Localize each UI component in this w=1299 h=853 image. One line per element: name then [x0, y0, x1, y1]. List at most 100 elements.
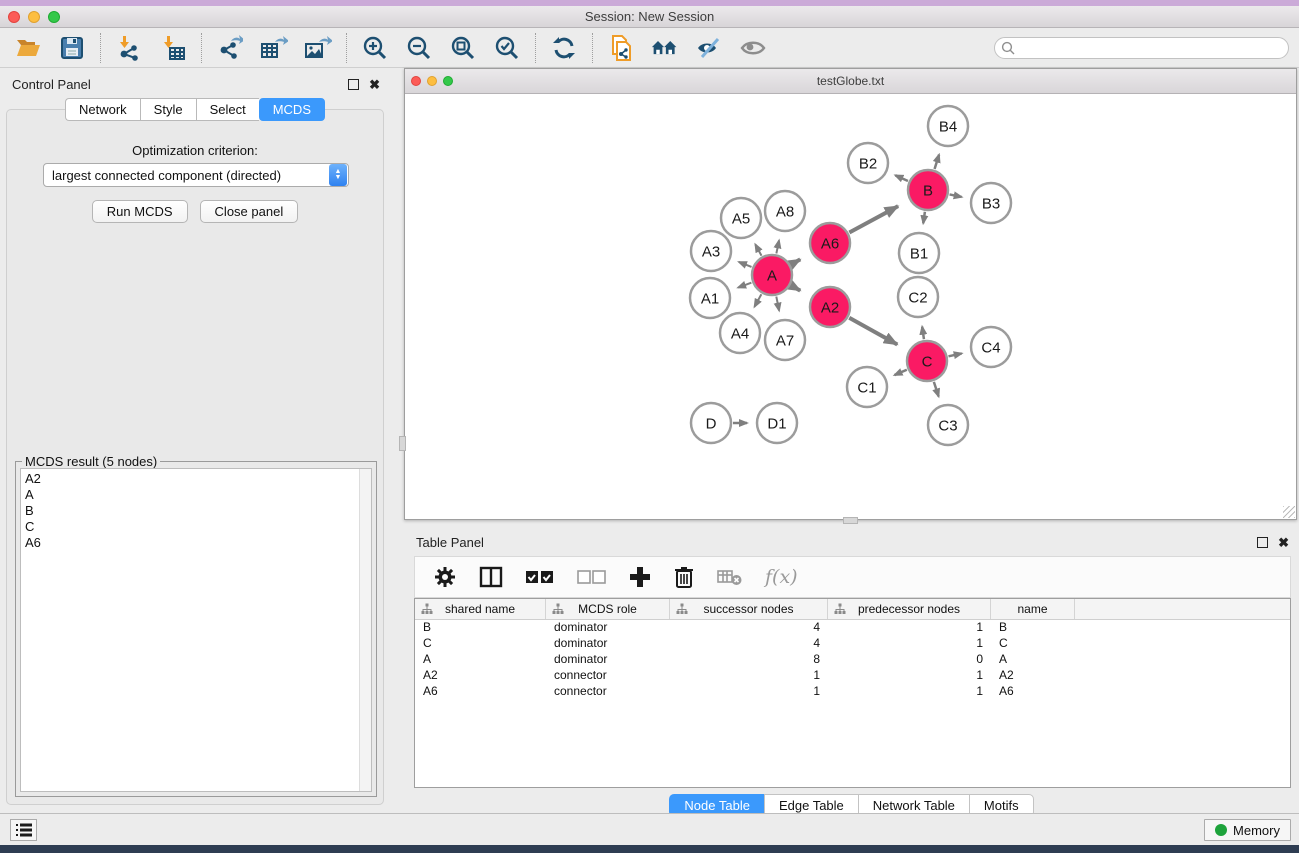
graph-node-A3[interactable]: A3 [691, 231, 731, 271]
edge-B-B3[interactable] [950, 194, 962, 196]
delete-column-icon[interactable] [673, 564, 695, 590]
column-header-predecessor-nodes[interactable]: predecessor nodes [828, 599, 991, 619]
table-row[interactable]: A2connector11A2 [415, 668, 1290, 684]
memory-button[interactable]: Memory [1204, 819, 1291, 841]
graph-node-C4[interactable]: C4 [971, 327, 1011, 367]
graph-node-A2[interactable]: A2 [810, 287, 850, 327]
export-network-icon[interactable] [216, 34, 244, 62]
mcds-result-item[interactable]: A [25, 487, 371, 503]
tab-style[interactable]: Style [140, 98, 196, 121]
hide-selected-icon[interactable] [695, 34, 723, 62]
mcds-result-list[interactable]: A2ABCA6 [20, 468, 372, 792]
graph-node-A1[interactable]: A1 [690, 278, 730, 318]
graph-node-B3[interactable]: B3 [971, 183, 1011, 223]
mcds-result-item[interactable]: A6 [25, 535, 371, 551]
edge-C-C4[interactable] [948, 353, 961, 356]
export-table-icon[interactable] [260, 34, 288, 62]
graph-node-C1[interactable]: C1 [847, 367, 887, 407]
close-panel-button[interactable]: Close panel [200, 200, 299, 223]
import-table-icon[interactable] [159, 34, 187, 62]
edge-A-A1[interactable] [738, 283, 751, 288]
select-all-rows-icon[interactable] [525, 564, 555, 590]
edge-C-C1[interactable] [895, 370, 907, 375]
tab-mcds[interactable]: MCDS [259, 98, 325, 121]
zoom-out-icon[interactable] [405, 34, 433, 62]
edge-A6-B[interactable] [849, 206, 898, 232]
edge-C-C2[interactable] [922, 327, 924, 340]
table-row[interactable]: Cdominator41C [415, 636, 1290, 652]
column-visibility-icon[interactable] [479, 564, 503, 590]
graph-node-C[interactable]: C [907, 341, 947, 381]
first-neighbors-icon[interactable] [651, 34, 679, 62]
graph-node-A4[interactable]: A4 [720, 313, 760, 353]
graph-node-A6[interactable]: A6 [810, 223, 850, 263]
edge-A-A6[interactable] [791, 259, 800, 264]
deselect-all-rows-icon[interactable] [577, 564, 607, 590]
close-panel-icon[interactable]: ✖ [369, 79, 380, 90]
edge-B-B4[interactable] [935, 155, 939, 169]
column-header-MCDS-role[interactable]: MCDS role [546, 599, 670, 619]
graph-node-A8[interactable]: A8 [765, 191, 805, 231]
delete-table-icon[interactable] [717, 564, 743, 590]
mcds-result-item[interactable]: C [25, 519, 371, 535]
clone-network-icon[interactable] [607, 34, 635, 62]
graph-node-A7[interactable]: A7 [765, 320, 805, 360]
float-table-panel-icon[interactable] [1257, 537, 1268, 548]
table-settings-gear-icon[interactable] [433, 564, 457, 590]
search-input[interactable] [994, 37, 1289, 59]
mcds-result-item[interactable]: B [25, 503, 371, 519]
tab-network[interactable]: Network [65, 98, 140, 121]
column-header-shared-name[interactable]: shared name [415, 599, 546, 619]
edge-A-A5[interactable] [755, 244, 761, 255]
apply-function-icon[interactable]: f(x) [765, 564, 798, 590]
column-header-successor-nodes[interactable]: successor nodes [670, 599, 828, 619]
scrollbar-track[interactable] [359, 469, 371, 791]
mcds-result-item[interactable]: A2 [25, 471, 371, 487]
node-table[interactable]: shared nameMCDS rolesuccessor nodesprede… [414, 598, 1291, 788]
splitter-handle-vertical[interactable] [399, 436, 406, 451]
network-canvas[interactable]: A A1 A3A5A8 A4A7 A6 A2 B B2 B4B3 B1 C C2 C4 C1 C3 D D1 [405, 94, 1296, 519]
float-panel-icon[interactable] [348, 79, 359, 90]
edge-B-B1[interactable] [923, 212, 925, 224]
table-row[interactable]: A6connector11A6 [415, 684, 1290, 700]
criterion-dropdown[interactable]: largest connected component (directed) ▲… [43, 163, 349, 187]
edge-C-C3[interactable] [934, 382, 939, 397]
graph-node-D[interactable]: D [691, 403, 731, 443]
column-header-name[interactable]: name [991, 599, 1075, 619]
edge-A-A4[interactable] [754, 294, 761, 306]
edge-A2-C[interactable] [849, 318, 897, 345]
table-row[interactable]: Adominator80A [415, 652, 1290, 668]
open-file-icon[interactable] [14, 34, 42, 62]
close-table-panel-icon[interactable]: ✖ [1278, 537, 1289, 548]
add-column-icon[interactable] [629, 564, 651, 590]
save-session-icon[interactable] [58, 34, 86, 62]
graph-node-B[interactable]: B [908, 170, 948, 210]
zoom-selected-icon[interactable] [493, 34, 521, 62]
graph-node-B2[interactable]: B2 [848, 143, 888, 183]
refresh-icon[interactable] [550, 34, 578, 62]
edge-A-A2[interactable] [791, 286, 800, 291]
graph-node-A[interactable]: A [752, 255, 792, 295]
run-mcds-button[interactable]: Run MCDS [92, 200, 188, 223]
edge-A-A8[interactable] [776, 240, 779, 253]
edge-B-B2[interactable] [895, 175, 908, 181]
table-row[interactable]: Bdominator41B [415, 620, 1290, 636]
resize-grip-icon[interactable] [1283, 506, 1295, 518]
zoom-in-icon[interactable] [361, 34, 389, 62]
tab-select[interactable]: Select [196, 98, 259, 121]
import-network-icon[interactable] [115, 34, 143, 62]
graph-node-C2[interactable]: C2 [898, 277, 938, 317]
export-image-icon[interactable] [304, 34, 332, 62]
graph-node-C3[interactable]: C3 [928, 405, 968, 445]
zoom-fit-icon[interactable] [449, 34, 477, 62]
splitter-handle-horizontal[interactable] [843, 517, 858, 524]
graph-node-B1[interactable]: B1 [899, 233, 939, 273]
edge-A-A7[interactable] [776, 297, 779, 311]
task-history-button[interactable] [10, 819, 37, 841]
show-all-icon[interactable] [739, 34, 767, 62]
graph-node-A5[interactable]: A5 [721, 198, 761, 238]
optimization-criterion-label: Optimization criterion: [7, 143, 383, 158]
edge-A-A3[interactable] [739, 262, 752, 267]
graph-node-D1[interactable]: D1 [757, 403, 797, 443]
graph-node-B4[interactable]: B4 [928, 106, 968, 146]
